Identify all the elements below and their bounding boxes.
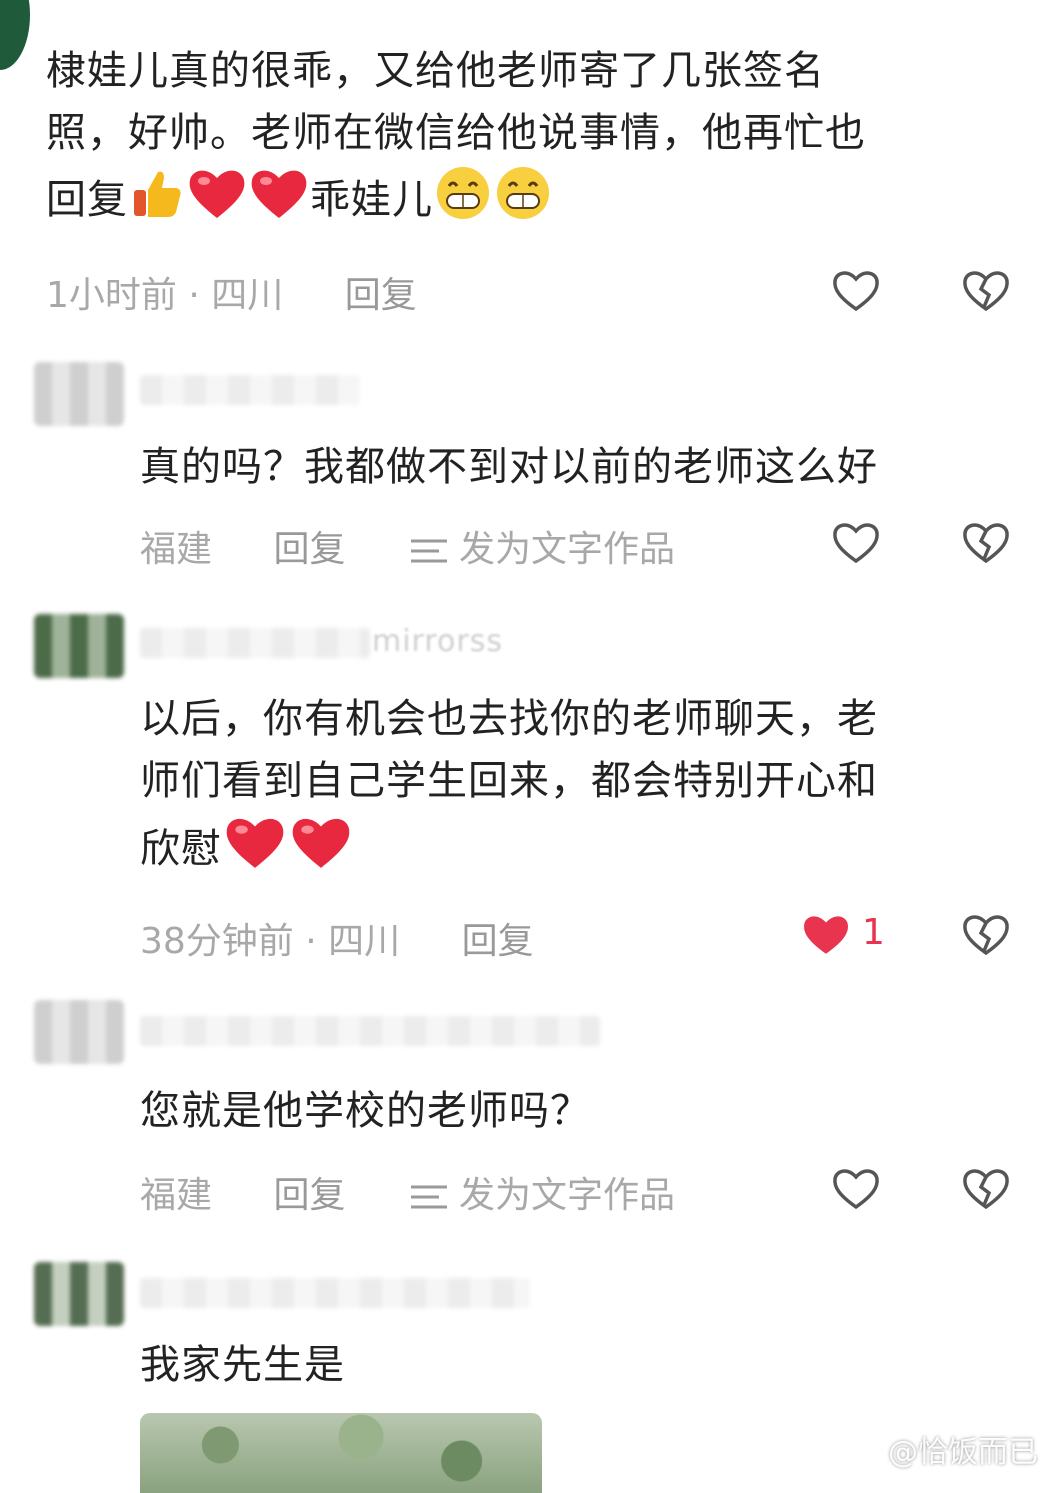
username-blurred[interactable] (140, 628, 370, 658)
comment-3-time: 38分钟前 · 四川 (140, 921, 401, 962)
comment-4-publish-button[interactable]: 发为文字作品 (407, 1175, 725, 1216)
corner-avatar-fragment (0, 0, 30, 70)
comment-4-reply-button[interactable]: 回复 (273, 1175, 345, 1216)
comment-3-line-2: 师们看到自己学生回来，都会特别开心和 (140, 758, 878, 804)
comment-3-line-3-text: 欣慰 (140, 826, 222, 872)
broken-heart-icon (963, 915, 1009, 956)
comment-1-reply-button[interactable]: 回复 (345, 275, 417, 316)
comment-1-like-button[interactable] (828, 262, 884, 318)
comment-3-reply-button[interactable]: 回复 (462, 921, 534, 962)
heart-filled-icon (804, 916, 848, 954)
comment-4-text: 您就是他学校的老师吗？ (140, 1088, 591, 1134)
comment-4-publish-label: 发为文字作品 (458, 1175, 675, 1216)
comment-2-reply-button[interactable]: 回复 (273, 529, 345, 570)
comment-4-like-button[interactable] (828, 1160, 884, 1216)
comment-3-like-count: 1 (862, 912, 885, 953)
comment-4-location: 福建 (140, 1175, 213, 1216)
comment-3-dislike-button[interactable] (958, 906, 1014, 962)
comment-3-text: 以后，你有机会也去找你的老师聊天，老 师们看到自己学生回来，都会特别开心和 欣慰 (140, 688, 1030, 890)
grin-emoji-icon (433, 164, 493, 240)
comment-1-meta: 1小时前 · 四川 回复 (46, 266, 467, 318)
comment-2-publish-button[interactable]: 发为文字作品 (407, 529, 725, 570)
comment-3-line-3: 欣慰 (140, 812, 1030, 890)
avatar[interactable] (34, 1262, 124, 1326)
comment-4-meta: 福建 回复 发为文字作品 (140, 1166, 775, 1218)
thumbs-up-emoji-icon (128, 164, 186, 240)
avatar[interactable] (34, 614, 124, 678)
avatar[interactable] (34, 362, 124, 426)
username-fragment: mirrorss (372, 624, 503, 659)
heart-outline-icon (833, 523, 879, 564)
comment-image[interactable] (140, 1413, 542, 1493)
heart-outline-icon (833, 271, 879, 312)
red-heart-emoji-icon (222, 812, 288, 890)
avatar[interactable] (34, 1000, 124, 1064)
red-heart-emoji-icon (186, 164, 248, 240)
comment-2-dislike-button[interactable] (958, 514, 1014, 570)
broken-heart-icon (963, 271, 1009, 312)
comment-5-text: 我家先生是 (140, 1342, 345, 1388)
list-icon (410, 1185, 447, 1209)
grin-emoji-icon (493, 164, 553, 240)
comment-2-location: 福建 (140, 529, 213, 570)
comment-4-dislike-button[interactable] (958, 1160, 1014, 1216)
username-blurred[interactable] (140, 1278, 530, 1308)
comment-1-line-3: 回复 乖娃儿 (46, 164, 1026, 240)
comment-3-like-button[interactable] (798, 906, 854, 962)
username-blurred[interactable] (140, 1016, 600, 1046)
watermark: @恰饭而已 (842, 1427, 1038, 1471)
comment-1-dislike-button[interactable] (958, 262, 1014, 318)
comment-1-line-2: 照，好帅。老师在微信给他说事情，他再忙也 (46, 110, 866, 156)
broken-heart-icon (963, 523, 1009, 564)
comment-1-line-3-text: 回复 (46, 177, 128, 223)
comment-2-meta: 福建 回复 发为文字作品 (140, 520, 775, 572)
comment-2-text: 真的吗？我都做不到对以前的老师这么好 (140, 444, 878, 490)
username-blurred[interactable] (140, 375, 360, 405)
heart-outline-icon (833, 1169, 879, 1210)
list-icon (410, 539, 447, 563)
red-heart-emoji-icon (248, 164, 310, 240)
comment-1-time: 1小时前 · 四川 (46, 275, 284, 316)
comment-1-text: 棣娃儿真的很乖，又给他老师寄了几张签名 照，好帅。老师在微信给他说事情，他再忙也… (46, 40, 1026, 240)
comment-3-meta: 38分钟前 · 四川 回复 (140, 912, 584, 964)
broken-heart-icon (963, 1169, 1009, 1210)
comment-1-line-1: 棣娃儿真的很乖，又给他老师寄了几张签名 (46, 48, 825, 94)
watermark-text: @恰饭而已 (888, 1435, 1038, 1470)
comment-2-like-button[interactable] (828, 514, 884, 570)
red-heart-emoji-icon (288, 812, 354, 890)
comment-1-tail: 乖娃儿 (310, 177, 433, 223)
comment-3-line-1: 以后，你有机会也去找你的老师聊天，老 (140, 696, 878, 742)
comment-2-publish-label: 发为文字作品 (458, 529, 675, 570)
weibo-icon (843, 1435, 880, 1465)
